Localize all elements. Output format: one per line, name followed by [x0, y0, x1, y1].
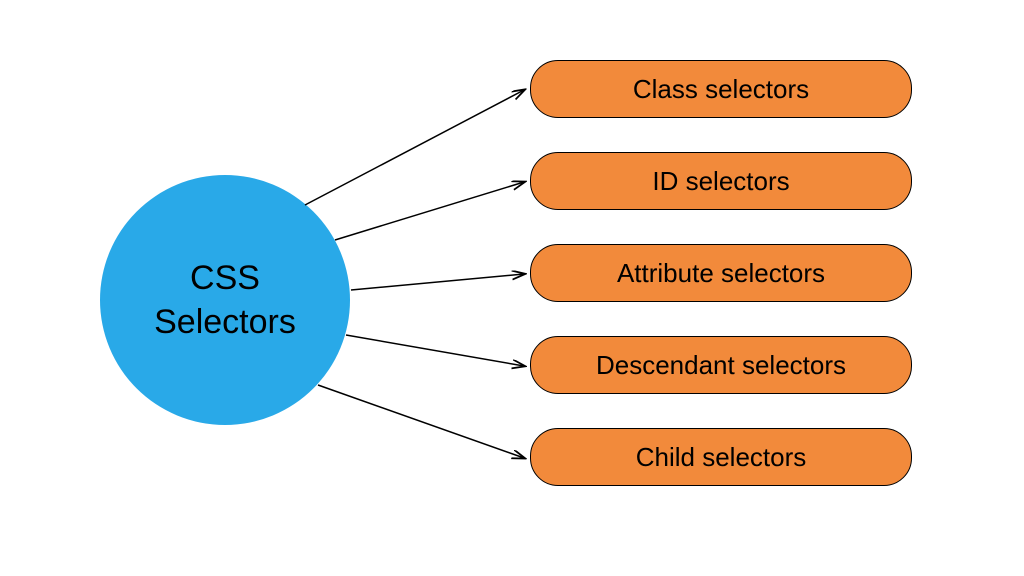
center-node: CSS Selectors: [100, 175, 350, 425]
center-label-line1: CSS: [190, 259, 260, 297]
item-class-selectors: Class selectors: [530, 60, 912, 118]
item-label: ID selectors: [652, 166, 789, 197]
item-child-selectors: Child selectors: [530, 428, 912, 486]
center-label-line2: Selectors: [154, 303, 296, 341]
arrow-4: [346, 335, 524, 366]
arrow-5: [318, 385, 524, 458]
center-label: CSS Selectors: [154, 256, 296, 344]
item-label: Class selectors: [633, 74, 809, 105]
item-descendant-selectors: Descendant selectors: [530, 336, 912, 394]
arrow-2: [335, 182, 524, 240]
item-label: Child selectors: [636, 442, 807, 473]
arrow-3: [351, 274, 524, 290]
arrow-1: [305, 90, 524, 205]
item-label: Descendant selectors: [596, 350, 846, 381]
item-attribute-selectors: Attribute selectors: [530, 244, 912, 302]
item-id-selectors: ID selectors: [530, 152, 912, 210]
item-label: Attribute selectors: [617, 258, 825, 289]
